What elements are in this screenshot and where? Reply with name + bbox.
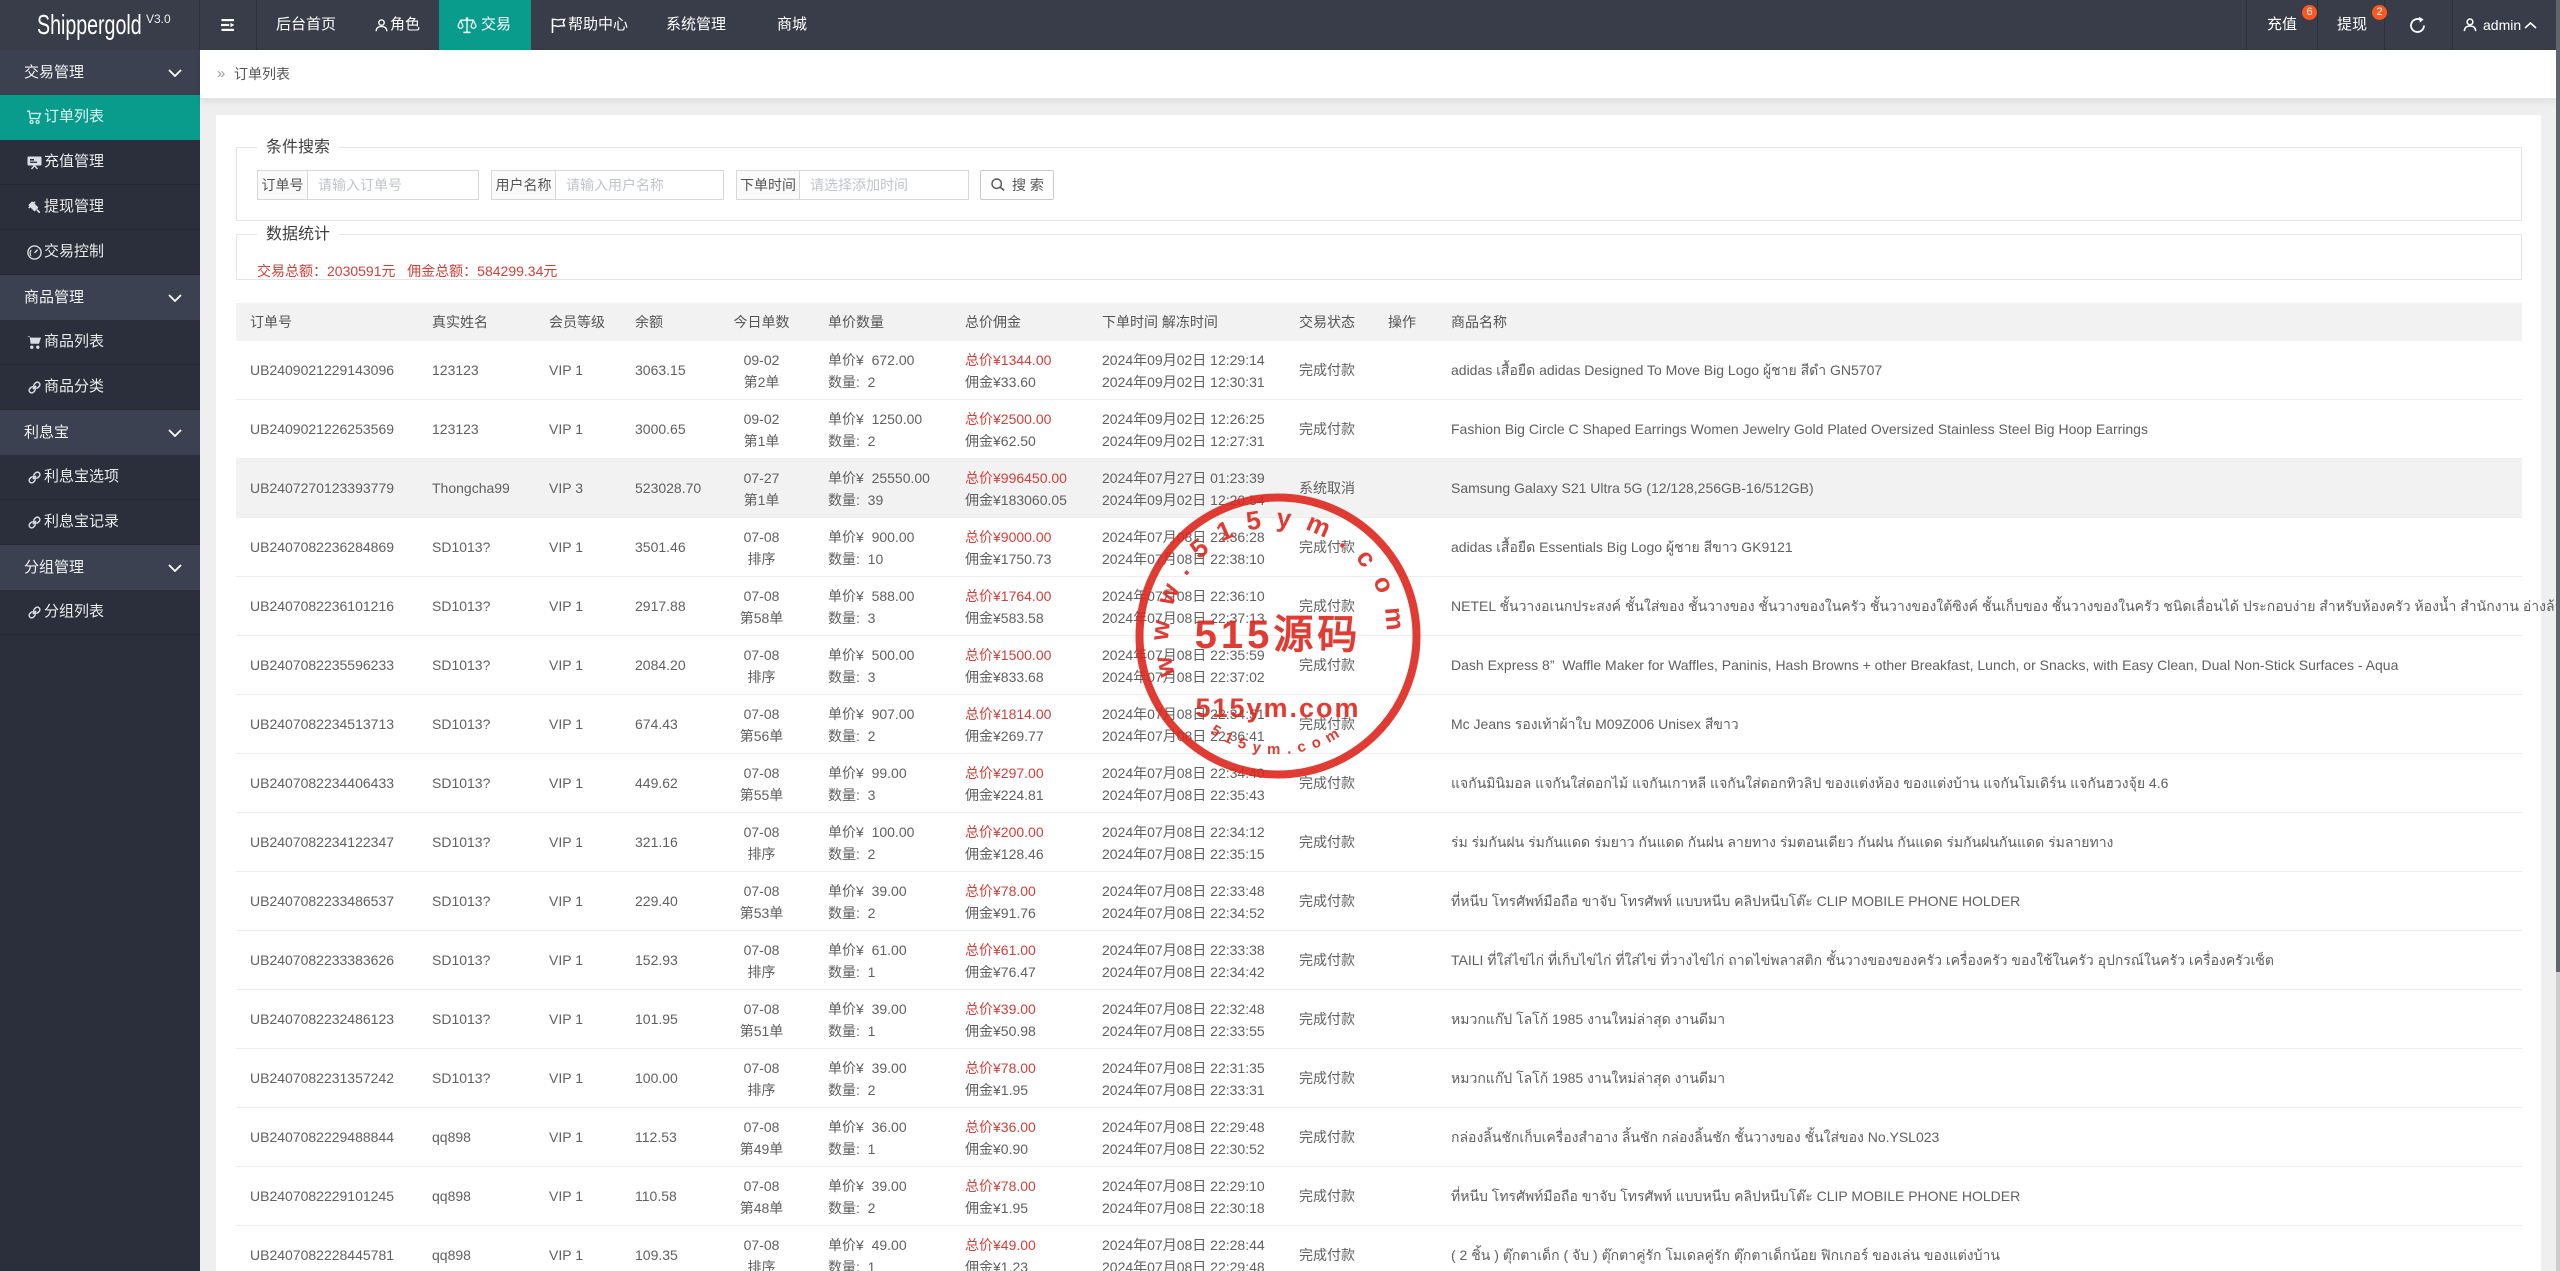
svg-text:515ym.com: 515ym.com [1208,722,1348,759]
svg-text:515源码: 515源码 [1195,613,1362,657]
svg-text:515ym.com: 515ym.com [1195,693,1360,723]
